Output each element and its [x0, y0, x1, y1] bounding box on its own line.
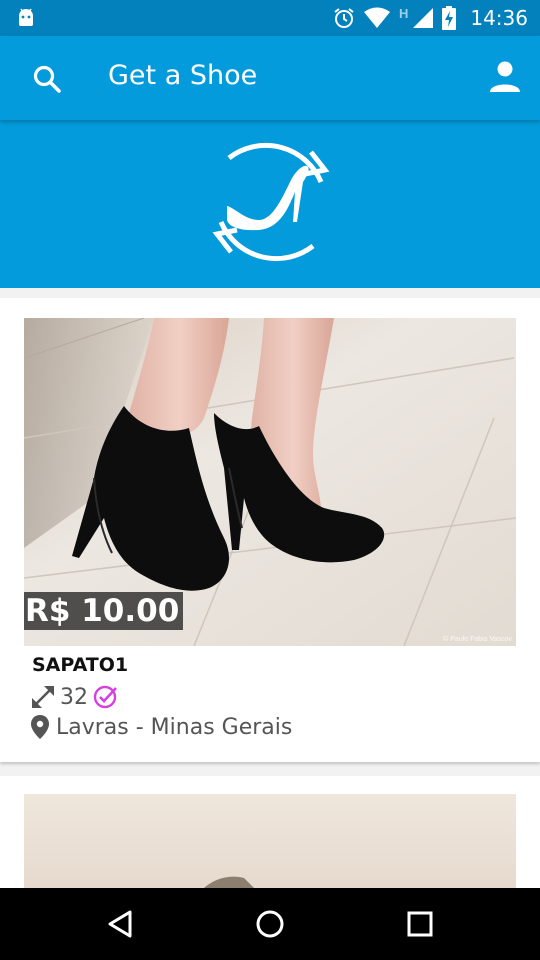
shoe-photo-image	[204, 876, 254, 888]
battery-icon	[442, 6, 457, 30]
listing-name: SAPATO1	[32, 654, 129, 676]
recents-icon[interactable]	[402, 906, 438, 942]
price-tag: R$ 10.00	[24, 592, 184, 630]
status-time: 14:36	[470, 6, 528, 30]
shoe-size: 32	[60, 684, 88, 710]
shoe-photo[interactable]	[24, 794, 516, 888]
verified-check-icon	[93, 685, 117, 709]
system-icons: H 14:36	[333, 0, 528, 36]
shoe-exchange-logo	[212, 142, 330, 262]
alarm-icon	[334, 8, 354, 28]
account-icon[interactable]	[486, 58, 524, 96]
size-row: 32	[30, 682, 118, 712]
status-bar: H 14:36	[0, 0, 540, 36]
app-title: Get a Shoe	[108, 60, 258, 91]
back-icon[interactable]	[102, 906, 138, 942]
home-icon[interactable]	[252, 906, 288, 942]
resize-arrows-icon	[32, 686, 54, 708]
listing-card[interactable]: R$ 10.00 © Paulo Fabio Vascov SAPATO1 32…	[0, 298, 540, 762]
photo-credit: © Paulo Fabio Vascov	[443, 636, 512, 643]
search-icon[interactable]	[30, 62, 64, 96]
hero-banner	[0, 120, 540, 288]
shoe-photo[interactable]: R$ 10.00 © Paulo Fabio Vascov	[24, 318, 516, 646]
network-type-label: H	[398, 5, 409, 21]
listing-location: Lavras - Minas Gerais	[56, 714, 293, 740]
wifi-icon	[363, 7, 390, 28]
location-row: Lavras - Minas Gerais	[30, 712, 292, 742]
signal-icon	[413, 8, 434, 28]
android-icon	[19, 8, 33, 26]
listing-card-partial[interactable]	[0, 776, 540, 888]
navigation-bar	[0, 888, 540, 960]
app-bar: Get a Shoe	[0, 36, 540, 120]
location-pin-icon	[31, 715, 49, 739]
